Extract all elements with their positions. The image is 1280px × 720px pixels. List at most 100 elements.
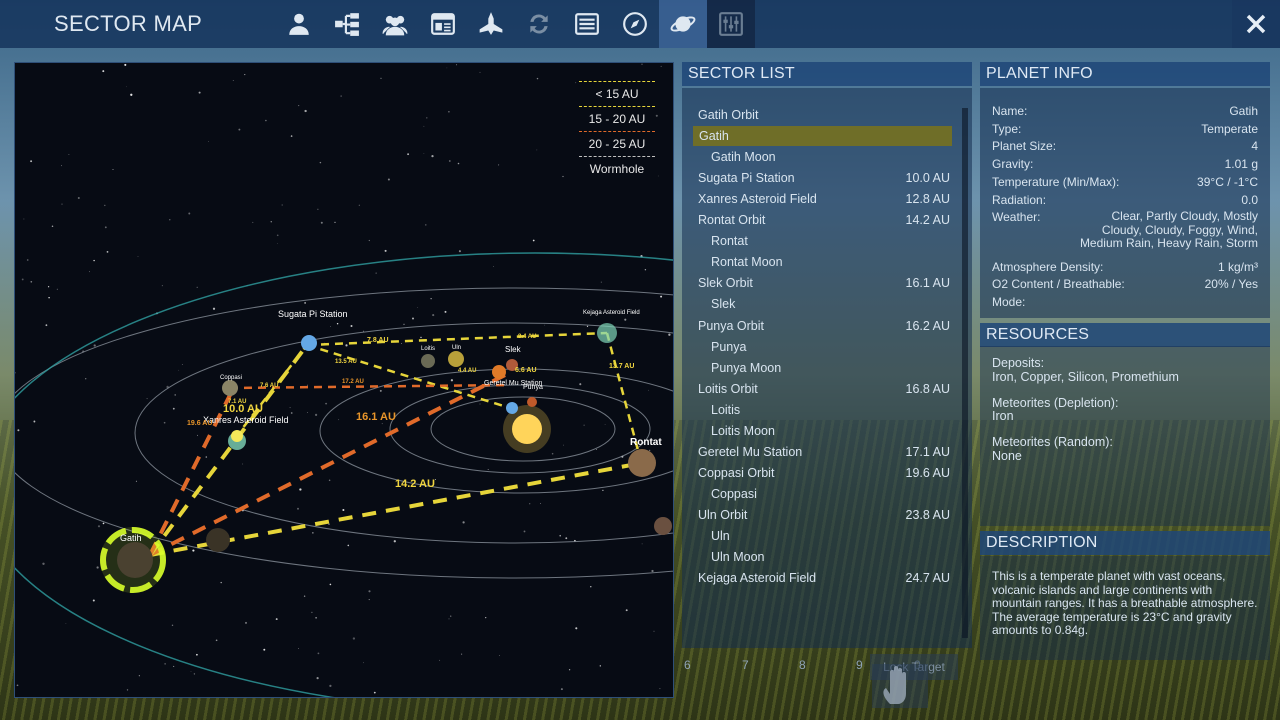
planet-gatih[interactable]	[117, 542, 153, 578]
sector-list-item[interactable]: Gatih Orbit	[682, 105, 952, 125]
sector-list-item[interactable]: Coppasi	[682, 484, 952, 504]
star	[595, 449, 597, 450]
crew-icon	[382, 15, 408, 36]
planet-slek[interactable]	[492, 365, 506, 379]
pager-number[interactable]: 7	[742, 658, 749, 672]
sector-list[interactable]: Gatih Orbit Gatih Gatih Moon Sugata Pi Stat…	[682, 88, 972, 648]
star	[317, 208, 319, 210]
close-button[interactable]	[1232, 0, 1280, 48]
sector-item-distance: 23.8 AU	[905, 507, 950, 522]
sector-list-item[interactable]: Loitis Orbit 16.8 AU	[682, 379, 952, 399]
legend-item: Wormhole	[589, 162, 645, 176]
star	[263, 648, 266, 651]
tab-ship[interactable]	[467, 0, 515, 48]
asteroid-field-kejaga[interactable]	[597, 323, 617, 343]
star	[523, 530, 526, 533]
sector-map-view[interactable]: Sugata Pi Station Xanres Asteroid Field …	[14, 62, 674, 698]
star	[641, 63, 643, 65]
sector-list-item[interactable]: Coppasi Orbit 19.6 AU	[682, 463, 952, 483]
star	[446, 67, 448, 69]
sector-list-item[interactable]: Punya Moon	[682, 358, 952, 378]
planet-rontat[interactable]	[628, 449, 656, 477]
sector-list-item[interactable]: Rontat	[682, 231, 952, 251]
random-label: Meteorites (Random):	[992, 435, 1113, 449]
sector-item-name: Gatih Moon	[711, 150, 776, 165]
planet-punya[interactable]	[527, 397, 537, 407]
legend-item: 15 - 20 AU	[579, 107, 655, 132]
sector-list-item[interactable]: Rontat Orbit 14.2 AU	[682, 210, 952, 230]
sector-list-item[interactable]: Kejaga Asteroid Field 24.7 AU	[682, 568, 952, 588]
pager-number[interactable]: 8	[799, 658, 806, 672]
sector-list-item[interactable]: Slek	[682, 294, 952, 314]
star	[431, 154, 434, 158]
planet-info-panel: Name: Gatih Type: Temperate Planet Size: 4 …	[980, 88, 1270, 318]
sector-list-scrollbar[interactable]	[962, 108, 968, 638]
star	[368, 590, 371, 593]
sector-list-item[interactable]: Uln Orbit 23.8 AU	[682, 505, 952, 525]
star	[498, 164, 500, 166]
star	[244, 74, 246, 76]
sector-list-item[interactable]: Uln	[682, 526, 952, 546]
station-geretel-mu[interactable]	[506, 402, 518, 414]
sector-list-item[interactable]: Geretel Mu Station 17.1 AU	[682, 442, 952, 462]
pager-number[interactable]: 6	[684, 658, 691, 672]
planet-uln[interactable]	[448, 351, 464, 367]
star	[379, 389, 382, 392]
star	[311, 611, 313, 614]
star	[487, 468, 489, 471]
sector-item-name: Uln Orbit	[698, 507, 748, 522]
star	[290, 135, 293, 137]
sector-list-item[interactable]: Loitis	[682, 400, 952, 420]
sector-list-item[interactable]: Uln Moon	[682, 547, 952, 567]
info-key: Planet Size:	[992, 139, 1057, 153]
tab-compass[interactable]	[611, 0, 659, 48]
map-label-coppasi: Coppasi	[220, 375, 242, 381]
star	[192, 549, 195, 552]
distance-legend: < 15 AU 15 - 20 AU 20 - 25 AU Wormhole	[579, 81, 655, 181]
sector-item-name: Punya	[711, 339, 747, 354]
map-canvas[interactable]: Sugata Pi Station Xanres Asteroid Field …	[15, 63, 674, 698]
route-line	[149, 369, 514, 557]
tab-crew[interactable]	[371, 0, 419, 48]
sector-list-item[interactable]: Punya Orbit 16.2 AU	[682, 316, 952, 336]
star	[42, 562, 45, 565]
star	[583, 424, 585, 426]
pager-number[interactable]: 9	[856, 658, 863, 672]
sector-list-item[interactable]: Gatih	[693, 126, 952, 147]
star	[373, 691, 376, 694]
planet-coppasi[interactable]	[222, 380, 238, 396]
sector-list-item[interactable]: Gatih Moon	[682, 147, 952, 167]
window-icon	[431, 13, 455, 35]
tab-sliders[interactable]	[707, 0, 755, 48]
star	[423, 153, 425, 155]
tab-planet[interactable]	[659, 0, 707, 48]
tab-list[interactable]	[563, 0, 611, 48]
station-sugata-pi[interactable]	[301, 335, 317, 351]
star	[26, 259, 29, 261]
sector-list-item[interactable]: Rontat Moon	[682, 252, 952, 272]
star	[196, 286, 198, 288]
sector-list-item[interactable]: Punya	[682, 337, 952, 357]
sector-list-item[interactable]: Slek Orbit 16.1 AU	[682, 273, 952, 293]
planet-loitis[interactable]	[421, 354, 435, 368]
star	[655, 114, 658, 117]
sector-list-item[interactable]: Sugata Pi Station 10.0 AU	[682, 168, 952, 188]
star	[188, 212, 191, 215]
star	[135, 480, 137, 482]
tab-recycle[interactable]	[515, 0, 563, 48]
sector-list-item[interactable]: Loitis Moon	[682, 421, 952, 441]
tab-person[interactable]	[275, 0, 323, 48]
sliders-icon	[719, 12, 743, 36]
star	[125, 86, 127, 88]
tab-hierarchy[interactable]	[323, 0, 371, 48]
star	[126, 689, 129, 691]
sector-item-name: Rontat	[711, 234, 748, 249]
distance-label: 8.4 AU	[518, 334, 536, 340]
star	[439, 659, 441, 661]
tab-window[interactable]	[419, 0, 467, 48]
tab-bar	[275, 0, 755, 48]
sector-list-item[interactable]: Xanres Asteroid Field 12.8 AU	[682, 189, 952, 209]
hierarchy-icon	[335, 13, 359, 36]
star	[298, 105, 300, 107]
star	[540, 503, 541, 504]
